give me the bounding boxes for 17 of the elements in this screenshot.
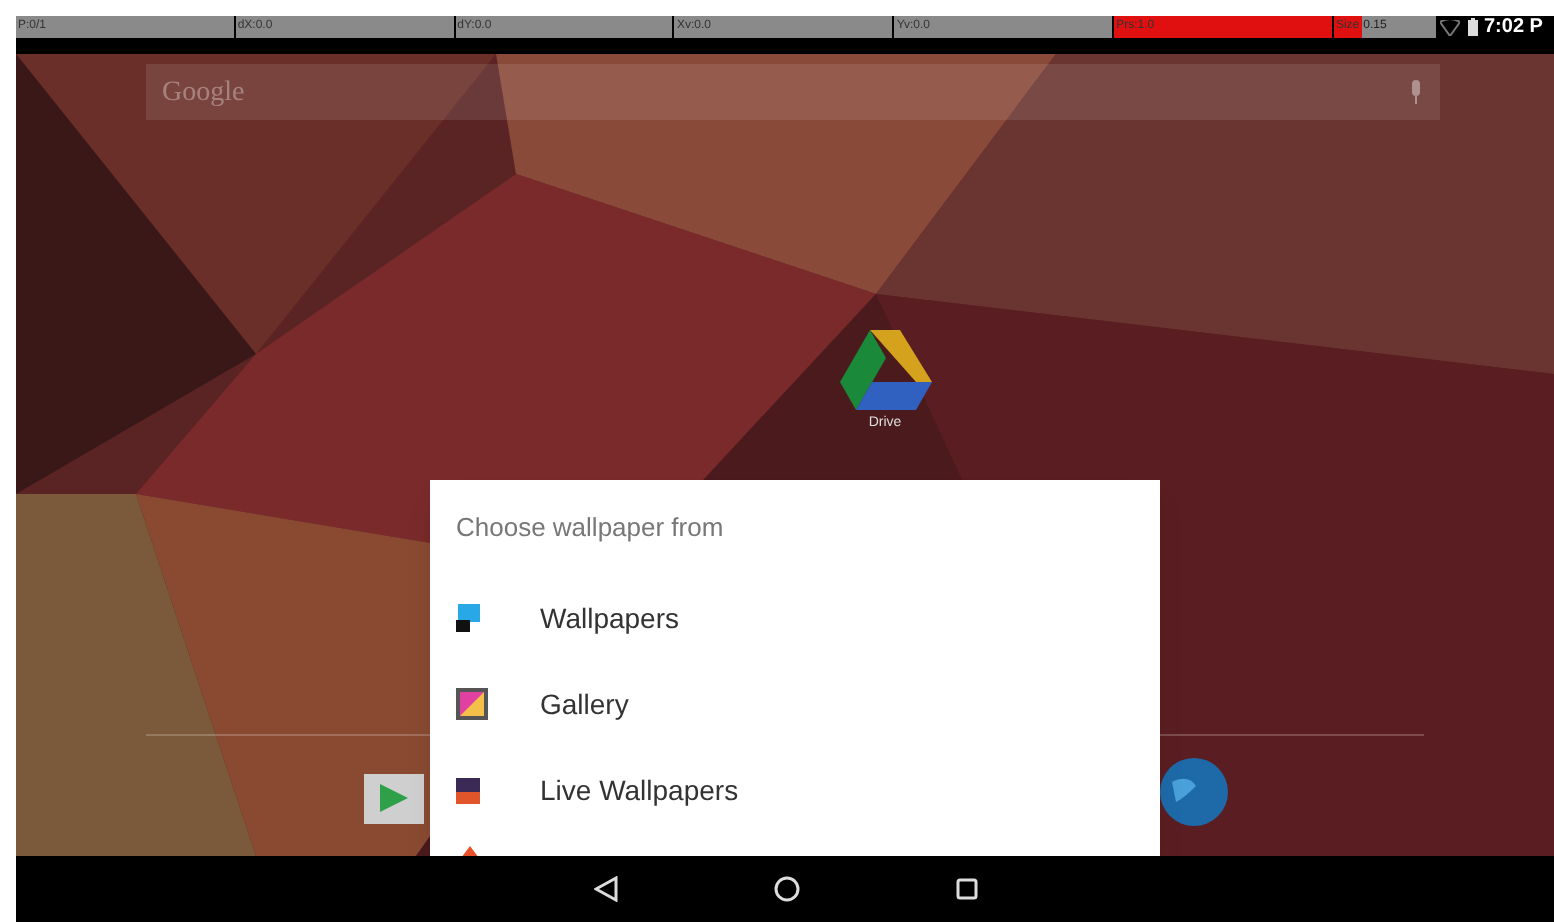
clock: 7:02 P <box>1484 16 1543 38</box>
dialog-title: Choose wallpaper from <box>456 510 726 546</box>
gallery-icon <box>456 688 488 720</box>
picture-icon <box>456 604 480 632</box>
wallpaper-source-item[interactable]: Wallpapers <box>430 575 1160 661</box>
triangle-logo-icon <box>839 330 931 410</box>
microphone-icon <box>1408 80 1424 104</box>
home-button[interactable] <box>773 876 799 902</box>
landscape-icon <box>456 777 480 803</box>
recents-button[interactable] <box>955 878 977 900</box>
search-placeholder: Google <box>162 75 245 111</box>
battery-icon <box>1468 18 1478 36</box>
wifi-icon <box>1440 19 1460 35</box>
globe-icon <box>1160 758 1228 826</box>
back-button[interactable] <box>593 876 617 902</box>
wallpaper-source-item[interactable]: Gallery <box>430 661 1160 747</box>
wallpaper-source-item[interactable]: Live Wallpapers <box>430 747 1160 833</box>
